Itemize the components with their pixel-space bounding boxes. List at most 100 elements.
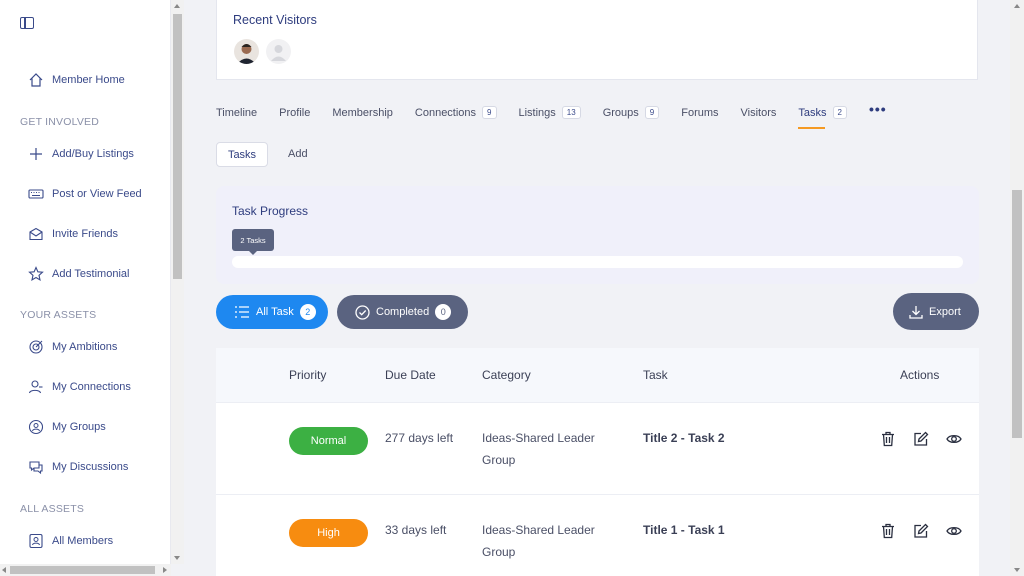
tasks-table: Priority Due Date Category Task Actions …	[216, 348, 979, 576]
task-title: Title 1 - Task 1	[643, 523, 725, 537]
sidebar-horizontal-scrollbar[interactable]	[0, 564, 171, 576]
tab-label: Forums	[681, 106, 719, 119]
chat-icon	[28, 459, 44, 475]
tab-label: Membership	[332, 106, 393, 119]
priority-badge: Normal	[289, 427, 368, 455]
check-circle-icon	[355, 304, 370, 320]
tab-listings[interactable]: Listings 13	[519, 104, 581, 121]
table-header: Priority Due Date Category Task Actions	[216, 348, 979, 402]
priority-badge: High	[289, 519, 368, 547]
sidebar-item-label: Add Testimonial	[52, 268, 130, 280]
sidebar-item-my-ambitions[interactable]: My Ambitions	[28, 337, 117, 357]
tab-membership[interactable]: Membership	[332, 104, 393, 121]
eye-icon[interactable]	[945, 430, 963, 448]
sidebar-item-label: My Ambitions	[52, 341, 118, 353]
tab-visitors[interactable]: Visitors	[741, 104, 777, 121]
eye-icon[interactable]	[945, 522, 963, 540]
sidebar-item-label: Post or View Feed	[52, 188, 142, 200]
scroll-down-icon[interactable]	[1013, 568, 1020, 572]
tab-count-badge: 13	[561, 106, 581, 119]
export-label: Export	[929, 305, 961, 318]
envelope-icon	[28, 226, 44, 242]
trash-icon[interactable]	[879, 430, 897, 448]
keyboard-icon	[28, 186, 44, 202]
profile-tabs: Timeline Profile Membership Connections 9…	[216, 101, 909, 129]
category: Ideas-Shared Leader Group	[482, 431, 595, 467]
group-icon	[28, 419, 44, 435]
target-icon	[28, 339, 44, 355]
tab-forums[interactable]: Forums	[681, 104, 718, 121]
sidebar: Member Home GET INVOLVED Add/Buy Listing…	[0, 0, 171, 564]
tab-label: Timeline	[216, 106, 258, 119]
trash-icon[interactable]	[879, 522, 897, 540]
sidebar-item-label: My Discussions	[52, 461, 129, 473]
member-card-icon	[28, 533, 44, 549]
header-actions: Actions	[900, 368, 940, 382]
list-icon	[234, 306, 250, 318]
sidebar-item-member-home[interactable]: Member Home	[28, 70, 125, 90]
due-date: 277 days left	[385, 431, 454, 445]
tab-label: Profile	[279, 106, 311, 119]
recent-visitors-title: Recent Visitors	[233, 13, 317, 27]
edit-icon[interactable]	[912, 522, 930, 540]
tab-label: Groups	[602, 106, 639, 119]
task-progress-title: Task Progress	[232, 204, 309, 218]
horizontal-scroll-thumb[interactable]	[10, 566, 155, 574]
tab-label: Visitors	[740, 106, 777, 119]
active-tab-underline	[798, 127, 826, 129]
sidebar-item-post-view-feed[interactable]: Post or View Feed	[28, 184, 142, 204]
sidebar-scroll-thumb[interactable]	[173, 14, 182, 279]
completed-label: Completed	[376, 306, 430, 318]
user-icon	[28, 379, 44, 395]
visitor-avatar-placeholder[interactable]	[266, 39, 291, 64]
sidebar-item-add-buy-listings[interactable]: Add/Buy Listings	[28, 144, 134, 164]
tab-profile[interactable]: Profile	[279, 104, 310, 121]
sidebar-item-label: Member Home	[52, 74, 125, 86]
sidebar-item-my-connections[interactable]: My Connections	[28, 377, 131, 397]
all-task-button[interactable]: All Task 2	[216, 295, 328, 329]
sidebar-item-label: Invite Friends	[52, 228, 119, 240]
sidebar-item-all-members[interactable]: All Members	[28, 531, 113, 551]
completed-count: 0	[435, 304, 452, 320]
tab-connections[interactable]: Connections 9	[415, 104, 497, 121]
header-task: Task	[643, 368, 668, 382]
home-icon	[28, 72, 44, 88]
tab-count-badge: 9	[482, 106, 497, 119]
sidebar-item-my-discussions[interactable]: My Discussions	[28, 457, 128, 477]
sidebar-toggle-icon[interactable]	[20, 17, 34, 29]
recent-visitors-card: Recent Visitors	[216, 0, 978, 80]
tab-timeline[interactable]: Timeline	[216, 104, 257, 121]
table-row: Normal 277 days left Ideas-Shared Leader…	[216, 402, 979, 494]
visitor-avatar[interactable]	[234, 39, 259, 64]
tab-count-badge: 2	[832, 106, 847, 119]
subtab-add[interactable]: Add	[288, 148, 308, 160]
task-title: Title 2 - Task 2	[643, 431, 725, 445]
task-progress-bar	[232, 256, 963, 268]
sidebar-item-add-testimonial[interactable]: Add Testimonial	[28, 264, 129, 284]
all-task-count: 2	[299, 304, 316, 320]
download-icon	[909, 305, 923, 319]
star-icon	[28, 266, 44, 282]
main-scroll-thumb[interactable]	[1012, 190, 1022, 438]
header-priority: Priority	[289, 368, 327, 382]
sidebar-item-invite-friends[interactable]: Invite Friends	[28, 224, 118, 244]
scroll-up-icon[interactable]	[174, 4, 180, 8]
scroll-up-icon[interactable]	[1013, 4, 1020, 8]
header-category: Category	[482, 368, 531, 382]
scroll-right-icon[interactable]	[163, 566, 167, 573]
scroll-left-icon[interactable]	[2, 566, 6, 573]
sidebar-item-label: My Groups	[52, 421, 106, 433]
edit-icon[interactable]	[912, 430, 930, 448]
sidebar-item-label: Add/Buy Listings	[52, 148, 134, 160]
main-scrollbar[interactable]	[1010, 0, 1024, 576]
tab-groups[interactable]: Groups 9	[603, 104, 660, 121]
scroll-down-icon[interactable]	[174, 556, 180, 560]
task-progress-card: Task Progress 2 Tasks	[216, 186, 979, 284]
sidebar-scrollbar[interactable]	[171, 0, 184, 564]
more-tabs-icon[interactable]: •••	[869, 100, 887, 117]
subtab-tasks[interactable]: Tasks	[216, 142, 268, 167]
export-button[interactable]: Export	[893, 293, 979, 330]
sidebar-item-my-groups[interactable]: My Groups	[28, 417, 106, 437]
tab-tasks[interactable]: Tasks 2	[798, 104, 847, 129]
completed-button[interactable]: Completed 0	[337, 295, 468, 329]
